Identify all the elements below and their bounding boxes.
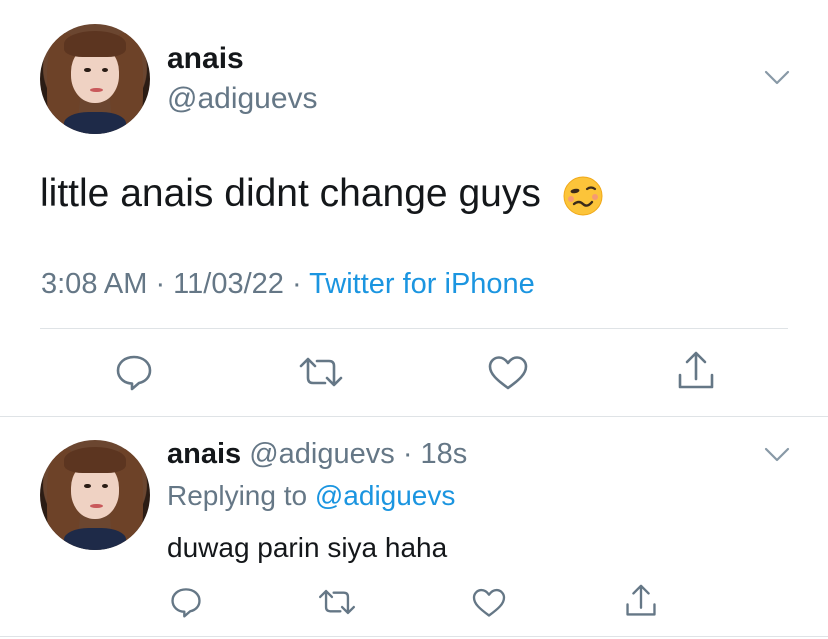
author-name[interactable]: anais	[167, 42, 244, 76]
action-bar	[0, 350, 828, 394]
replying-to: Replying to @adiguevs	[167, 480, 455, 512]
tweet-separator	[0, 416, 828, 417]
tweet-source[interactable]: Twitter for iPhone	[309, 268, 535, 300]
share-icon[interactable]	[625, 584, 657, 618]
like-icon[interactable]	[488, 355, 528, 391]
avatar[interactable]	[40, 24, 150, 134]
retweet-icon[interactable]	[318, 586, 356, 618]
reply-action-bar	[0, 584, 828, 624]
reply-text: duwag parin siya haha	[167, 532, 448, 563]
woozy-face-icon	[563, 176, 603, 216]
timestamp: 3:08 AM · 11/03/22 ·	[41, 268, 310, 300]
retweet-icon[interactable]	[299, 353, 343, 391]
share-icon[interactable]	[677, 351, 715, 391]
chevron-down-icon[interactable]	[764, 70, 790, 86]
reply-author-name[interactable]: anais	[167, 438, 241, 470]
divider	[40, 328, 788, 329]
replying-to-label: Replying to	[167, 480, 315, 511]
replying-to-mention[interactable]: @adiguevs	[315, 480, 456, 511]
reply-author-handle[interactable]: @adiguevs	[249, 438, 395, 470]
tweet-meta: 3:08 AM · 11/03/22 · Twitter for iPhone	[41, 268, 535, 301]
author-handle[interactable]: @adiguevs	[167, 82, 318, 116]
like-icon[interactable]	[472, 588, 506, 618]
bottom-divider	[0, 636, 828, 637]
reply-icon[interactable]	[115, 353, 153, 391]
avatar[interactable]	[40, 440, 150, 550]
reply-time: · 18s	[402, 438, 468, 470]
tweet-text: little anais didnt change guys	[40, 172, 604, 217]
reply-header: anais @adiguevs · 18s	[167, 438, 467, 471]
chevron-down-icon[interactable]	[764, 447, 790, 463]
tweet-text-content: little anais didnt change guys	[40, 172, 541, 215]
reply-icon[interactable]	[170, 586, 202, 618]
